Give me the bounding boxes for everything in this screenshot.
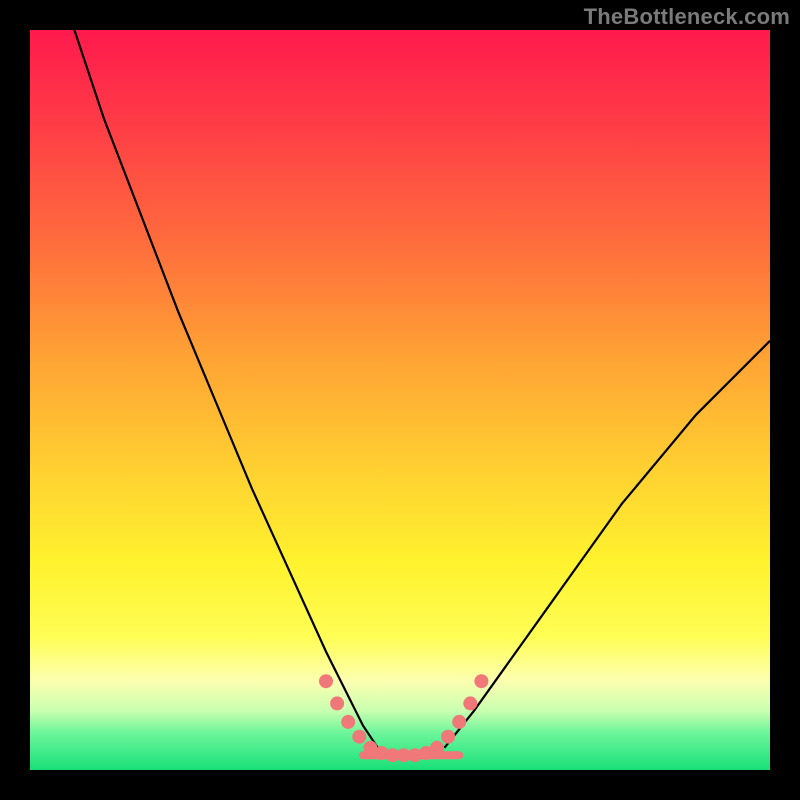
chart-svg [30, 30, 770, 770]
highlight-dot [441, 730, 455, 744]
highlight-dot [463, 696, 477, 710]
series-left-curve [74, 30, 377, 748]
watermark-text: TheBottleneck.com [584, 4, 790, 30]
highlight-dot [319, 674, 333, 688]
highlight-dot [330, 696, 344, 710]
highlight-dot [430, 741, 444, 755]
series-group [74, 30, 770, 755]
chart-frame: TheBottleneck.com [0, 0, 800, 800]
highlight-dot [474, 674, 488, 688]
series-right-curve [444, 341, 770, 748]
highlight-dot [352, 730, 366, 744]
highlight-dot [452, 715, 466, 729]
plot-area [30, 30, 770, 770]
highlight-dot [341, 715, 355, 729]
